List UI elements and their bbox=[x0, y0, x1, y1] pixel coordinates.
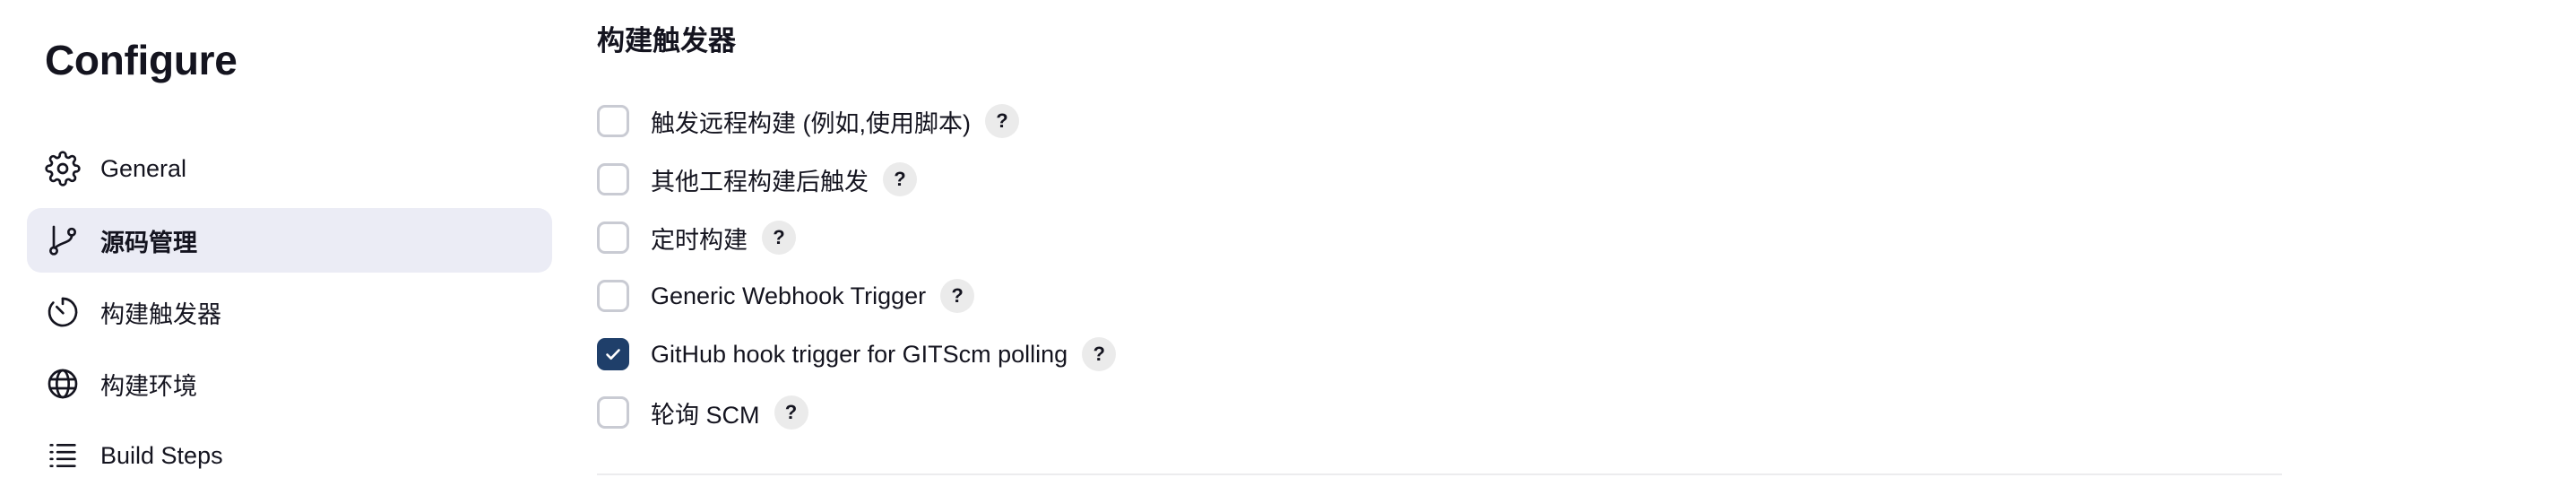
help-button[interactable]: ? bbox=[762, 221, 796, 255]
help-button[interactable]: ? bbox=[883, 162, 917, 196]
trigger-option-upstream: 其他工程构建后触发 ? bbox=[597, 158, 917, 201]
list-icon bbox=[45, 438, 81, 473]
sidebar-item-label: 源码管理 bbox=[100, 229, 197, 256]
sidebar-item-label: 构建环境 bbox=[100, 372, 197, 400]
sidebar-item-label: Build Steps bbox=[100, 441, 223, 469]
github-hook-checkbox[interactable] bbox=[597, 338, 629, 370]
sidebar-item-label: 构建触发器 bbox=[100, 300, 221, 328]
main-content: 构建触发器 触发远程构建 (例如,使用脚本) ? 其他工程构建后触发 ? 定时构… bbox=[597, 0, 2300, 495]
sidebar-item-source-control[interactable]: 源码管理 bbox=[27, 208, 552, 273]
trigger-option-remote: 触发远程构建 (例如,使用脚本) ? bbox=[597, 100, 1019, 143]
sidebar-item-build-triggers[interactable]: 构建触发器 bbox=[27, 280, 552, 344]
section-title: 构建触发器 bbox=[597, 25, 736, 56]
option-label[interactable]: 定时构建 bbox=[651, 221, 748, 256]
option-label[interactable]: 轮询 SCM bbox=[651, 395, 760, 430]
checkmark-icon bbox=[606, 349, 620, 360]
poll-scm-checkbox[interactable] bbox=[597, 396, 629, 429]
globe-icon bbox=[45, 366, 81, 402]
sidebar-item-build-steps[interactable]: Build Steps bbox=[27, 423, 552, 488]
configure-page: Configure General 源码管理 构建触发器 构建环境 Build … bbox=[0, 0, 2576, 495]
trigger-option-generic-webhook: Generic Webhook Trigger ? bbox=[597, 274, 975, 317]
section-divider bbox=[597, 473, 2282, 475]
timer-icon bbox=[45, 294, 81, 330]
upstream-trigger-checkbox[interactable] bbox=[597, 163, 629, 195]
help-button[interactable]: ? bbox=[985, 104, 1019, 138]
gear-icon bbox=[45, 151, 81, 187]
remote-trigger-checkbox[interactable] bbox=[597, 105, 629, 137]
sidebar-item-label: General bbox=[100, 154, 187, 182]
option-label[interactable]: 其他工程构建后触发 bbox=[651, 162, 869, 197]
sidebar-item-build-environment[interactable]: 构建环境 bbox=[27, 352, 552, 416]
generic-webhook-checkbox[interactable] bbox=[597, 280, 629, 312]
periodic-build-checkbox[interactable] bbox=[597, 221, 629, 254]
help-button[interactable]: ? bbox=[1082, 337, 1117, 371]
trigger-option-poll-scm: 轮询 SCM ? bbox=[597, 391, 808, 434]
option-label[interactable]: Generic Webhook Trigger bbox=[651, 282, 926, 310]
page-title: Configure bbox=[45, 37, 238, 83]
git-branch-icon bbox=[45, 222, 81, 258]
help-button[interactable]: ? bbox=[940, 279, 975, 313]
sidebar: Configure General 源码管理 构建触发器 构建环境 Build … bbox=[0, 0, 574, 495]
trigger-option-github-hook: GitHub hook trigger for GITScm polling ? bbox=[597, 333, 1117, 376]
sidebar-item-general[interactable]: General bbox=[27, 136, 552, 201]
option-label[interactable]: GitHub hook trigger for GITScm polling bbox=[651, 341, 1068, 369]
help-button[interactable]: ? bbox=[774, 395, 808, 430]
option-label[interactable]: 触发远程构建 (例如,使用脚本) bbox=[651, 104, 971, 139]
trigger-option-periodic: 定时构建 ? bbox=[597, 216, 796, 259]
